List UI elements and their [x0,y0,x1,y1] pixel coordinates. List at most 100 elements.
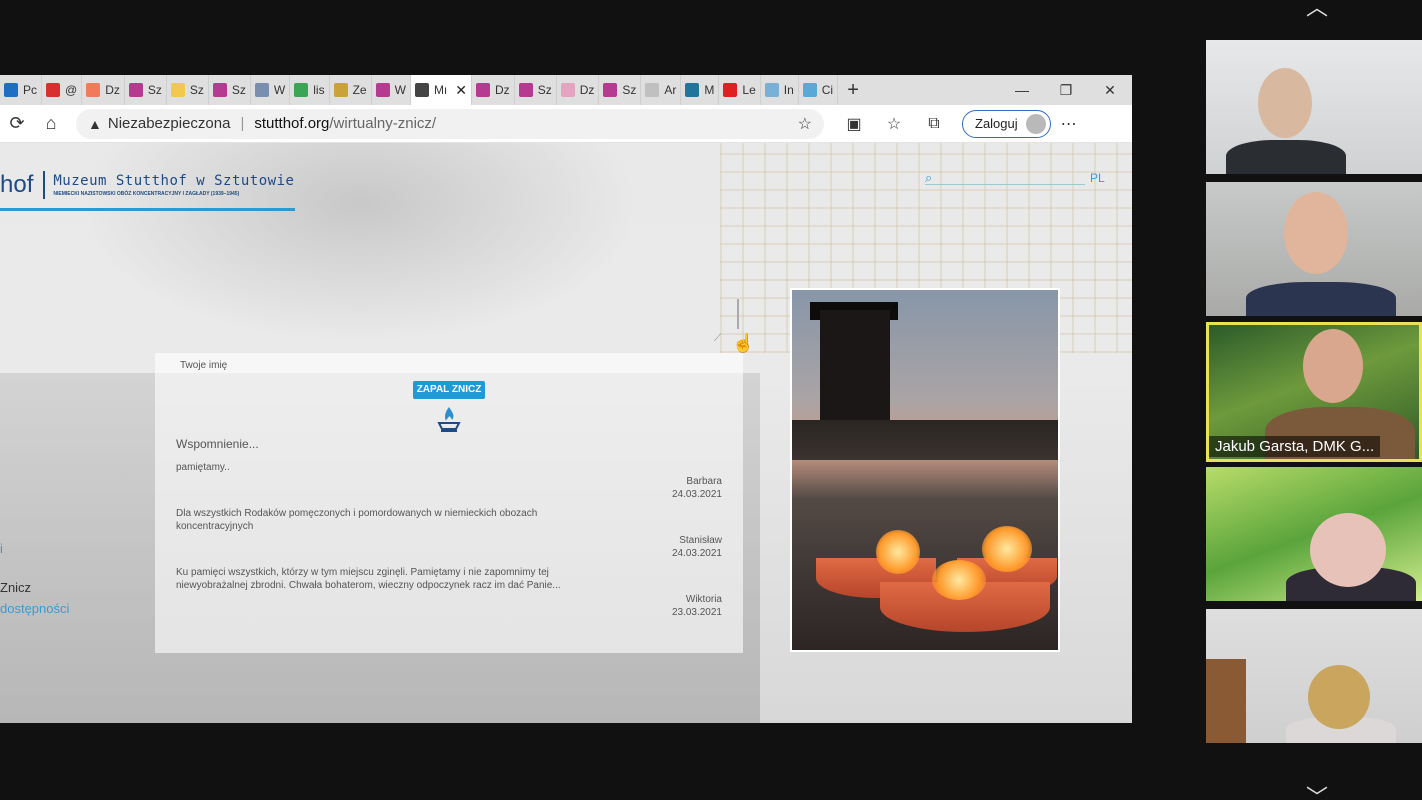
browser-tab[interactable]: W [372,75,411,105]
participant-head [1303,329,1363,403]
bookshelf [1206,659,1246,743]
avatar-icon [1025,113,1046,134]
browser-tab[interactable]: W [251,75,291,105]
tab-label: W [273,83,286,97]
browser-tab[interactable]: Le [719,75,761,105]
browser-tab[interactable]: In [761,75,799,105]
extensions-icon[interactable]: ▣ [834,114,874,134]
tab-label: M [704,83,715,97]
side-link-i[interactable]: i [0,541,69,556]
browser-tab[interactable]: Mı ✕ [410,75,473,105]
site-logo[interactable]: hof Muzeum Stutthof w Sztutowie NIEMIECK… [0,171,294,199]
browser-tab[interactable]: Dz [82,75,125,105]
browser-tab[interactable]: Dz [557,75,600,105]
tab-favicon-icon [170,83,185,97]
add-favorite-icon[interactable]: ☆ [798,114,812,134]
url-path: /wirtualny-znicz/ [329,115,437,132]
tab-label: In [783,83,794,97]
participant-video-1[interactable] [1206,40,1422,174]
light-candle-button[interactable]: ZAPAL ZNICZ [413,381,485,399]
browser-tab[interactable]: Ar [641,75,682,105]
tab-favicon-icon [603,83,618,97]
memory-input[interactable]: Wspomnienie... [176,437,259,451]
tab-favicon-icon [685,83,700,97]
resize-handle-icon[interactable]: ⟋ [714,333,721,344]
close-tab-icon[interactable]: ✕ [455,82,467,99]
browser-tab[interactable]: Ci [799,75,839,105]
participant-body [1226,140,1346,174]
tab-label: W [394,83,406,97]
restore-icon[interactable]: ❐ [1044,82,1088,99]
tab-label: Ar [664,83,677,97]
language-switch[interactable]: PL [1090,171,1105,185]
name-input[interactable]: Twoje imię [180,360,227,371]
scroll-up-icon[interactable]: ︿ [1306,0,1328,22]
logo-divider [43,171,46,199]
refresh-icon[interactable]: ⟳ [0,113,34,134]
participant-head [1308,665,1370,729]
scroll-indicator[interactable] [737,299,739,329]
browser-tab[interactable]: Dz [472,75,515,105]
side-link-accessibility[interactable]: dostępności [0,601,69,616]
memory-author: Wiktoria [685,594,722,605]
memory-text: Dla wszystkich Rodaków pomęczonych i pom… [176,508,538,532]
candle-icon [437,407,461,432]
tab-favicon-icon [333,83,348,97]
memory-entry: Ku pamięci wszystkich, którzy w tym miej… [176,566,722,619]
browser-tab[interactable]: Sz [515,75,557,105]
participant-name-label: Jakub Garsta, DMK G... [1209,436,1381,457]
participant-video-5[interactable] [1206,609,1422,743]
tab-favicon-icon [414,83,429,97]
memories-list: pamiętamy.. Barbara 24.03.2021 Dla wszystki… [176,461,722,625]
address-bar[interactable]: ▲ Niezabezpieczona | stutthof.org /wirtu… [76,108,824,139]
login-button[interactable]: Zaloguj [962,109,1051,138]
side-link-znicz[interactable]: Znicz [0,580,69,595]
tab-label: Pc [23,83,38,97]
search-icon[interactable]: ⌕ [925,170,932,186]
favorites-icon[interactable]: ☆ [874,114,914,134]
participant-video-active-speaker[interactable]: Jakub Garsta, DMK G... [1206,322,1422,462]
browser-tab[interactable]: lis [290,75,330,105]
insecure-label: Niezabezpieczona [107,115,231,132]
browser-tab[interactable]: Sz [125,75,167,105]
memory-author: Stanisław [679,535,722,546]
window-controls: — ❐ ✕ [1000,82,1132,99]
site-search-input[interactable]: ⌕ [925,170,1085,186]
browser-tab[interactable]: Sz [599,75,642,105]
participant-body [1246,282,1396,316]
participant-video-2[interactable] [1206,182,1422,316]
tab-favicon-icon [4,83,18,97]
tab-label: Dz [579,83,595,97]
close-window-icon[interactable]: ✕ [1088,82,1132,99]
scroll-down-icon[interactable]: ﹀ [1306,780,1328,800]
participant-video-4[interactable] [1206,467,1422,601]
warning-icon[interactable]: ▲ [88,116,102,132]
tab-favicon-icon [128,83,143,97]
hand-cursor-icon: ☝ [732,333,755,353]
tab-favicon-icon [476,83,491,97]
tab-favicon-icon [802,83,817,97]
tab-label: Sz [147,83,162,97]
browser-tab[interactable]: M [681,75,720,105]
more-menu-icon[interactable]: ⋯ [1061,114,1077,134]
browser-tab[interactable]: @ [42,75,83,105]
tab-favicon-icon [86,83,101,97]
memory-author: Barbara [686,476,722,487]
browser-tab[interactable]: Sz [167,75,209,105]
browser-tab[interactable]: Sz [209,75,251,105]
tab-bar: Pc @ Dz Sz Sz Sz Wlis Ze W Mı ✕ Dz Sz Dz Sz Ar M Le In Ci +… [0,75,1132,105]
address-separator: | [240,115,245,132]
navigation-bar: ⟳ ⌂ ▲ Niezabezpieczona | stutthof.org /w… [0,105,1132,143]
collections-icon[interactable]: ⧉ [914,115,954,133]
logo-subtitle: NIEMIECKI NAZISTOWSKI OBÓZ KONCENTRACYJN… [53,191,240,197]
tab-label: Ci [821,83,834,97]
minimize-icon[interactable]: — [1000,82,1044,99]
tab-label: Dz [495,83,510,97]
memory-date: 24.03.2021 [671,548,722,559]
browser-tab[interactable]: Pc [0,75,43,105]
new-tab-button[interactable]: + [838,79,868,102]
toolbar-icons: ▣ ☆ ⧉ [834,114,954,134]
browser-tab[interactable]: Ze [330,75,372,105]
tab-label: lis [313,83,325,97]
home-icon[interactable]: ⌂ [34,113,68,134]
